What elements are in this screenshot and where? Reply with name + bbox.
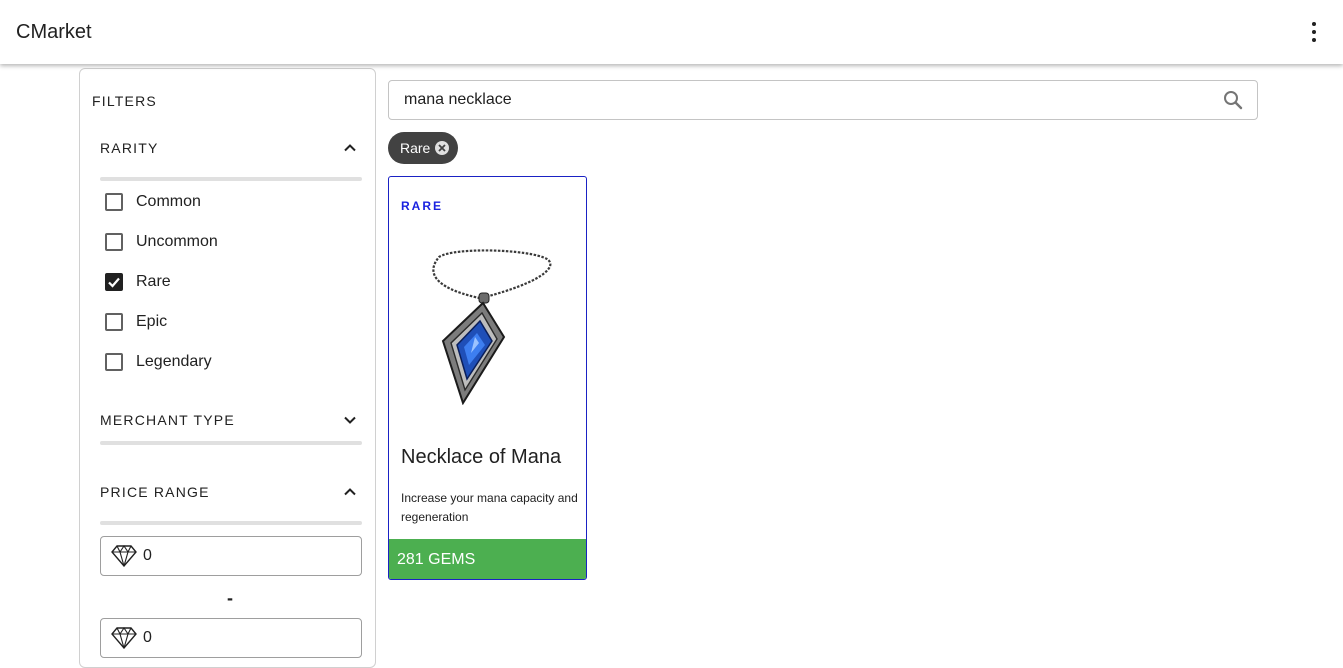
checkbox-label: Common xyxy=(136,193,201,210)
price-max-input[interactable] xyxy=(143,628,343,648)
checkbox-label: Uncommon xyxy=(136,233,218,250)
card-price-bar: 281 GEMS xyxy=(389,539,586,579)
price-min-field[interactable] xyxy=(100,536,362,576)
checkmark-icon xyxy=(108,277,120,288)
checkbox-rare[interactable]: Rare xyxy=(104,268,344,296)
chevron-down-icon xyxy=(344,416,356,424)
checkbox-epic[interactable]: Epic xyxy=(104,308,344,336)
rarity-label: RARITY xyxy=(100,140,159,156)
checkbox-box[interactable] xyxy=(105,233,123,251)
price-max-field[interactable] xyxy=(100,618,362,658)
merchant-type-section-header[interactable]: MERCHANT TYPE xyxy=(100,408,362,432)
close-circle-icon[interactable] xyxy=(434,140,450,156)
checkbox-uncommon[interactable]: Uncommon xyxy=(104,228,344,256)
card-rarity: RARE xyxy=(401,199,444,213)
checkbox-label: Rare xyxy=(136,273,171,290)
merchant-type-label: MERCHANT TYPE xyxy=(100,412,235,428)
search-icon[interactable] xyxy=(1223,90,1243,110)
checkbox-box[interactable] xyxy=(105,313,123,331)
price-range-section-header[interactable]: PRICE RANGE xyxy=(100,480,362,504)
checkbox-box[interactable] xyxy=(105,353,123,371)
checkbox-common[interactable]: Common xyxy=(104,188,344,216)
price-min-input[interactable] xyxy=(143,546,343,566)
checkbox-box-checked[interactable] xyxy=(105,273,123,291)
price-range-divider xyxy=(100,521,362,525)
card-price: 281 GEMS xyxy=(397,551,476,568)
app-title: CMarket xyxy=(16,21,92,43)
checkbox-label: Epic xyxy=(136,313,168,330)
checkbox-box[interactable] xyxy=(105,193,123,211)
filters-title: FILTERS xyxy=(92,93,157,109)
product-card[interactable]: RARE Necklace of Mana Increase your mana… xyxy=(388,176,587,580)
chip-label: Rare xyxy=(400,140,431,156)
filters-panel: FILTERS RARITY Common Uncommon Rare Epic… xyxy=(79,68,376,668)
chevron-up-icon xyxy=(344,488,356,496)
app-bar: CMarket xyxy=(0,0,1343,64)
rarity-section-header[interactable]: RARITY xyxy=(100,136,362,160)
checkbox-legendary[interactable]: Legendary xyxy=(104,348,344,376)
checkbox-label: Legendary xyxy=(136,353,212,370)
merchant-type-divider xyxy=(100,441,362,445)
gem-icon xyxy=(111,545,137,567)
price-range-label: PRICE RANGE xyxy=(100,484,210,500)
search-input[interactable] xyxy=(404,90,1184,110)
gem-icon xyxy=(111,627,137,649)
more-vert-icon[interactable] xyxy=(1302,20,1326,44)
price-range-separator: - xyxy=(227,588,233,608)
card-title: Necklace of Mana xyxy=(401,446,562,468)
necklace-image xyxy=(432,249,552,405)
rarity-divider xyxy=(100,177,362,181)
search-field[interactable] xyxy=(388,80,1258,120)
filter-chip-rare[interactable]: Rare xyxy=(388,132,458,164)
chevron-up-icon xyxy=(344,144,356,152)
card-description: Increase your mana capacity and regenera… xyxy=(401,491,578,524)
